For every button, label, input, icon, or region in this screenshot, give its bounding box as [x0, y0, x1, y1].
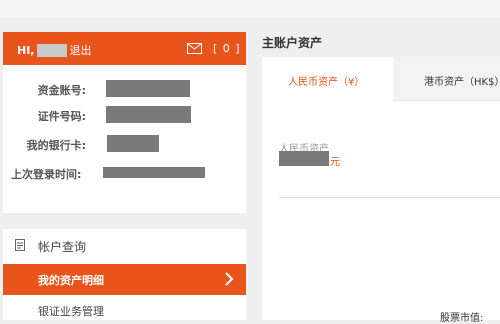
chevron-right-icon — [225, 272, 234, 286]
tab-hkd-assets[interactable]: 港币资产（HK$） — [393, 57, 500, 101]
top-strip — [0, 0, 500, 18]
bank-card-row: 我的银行卡: — [3, 135, 246, 153]
tab-rmb-assets[interactable]: 人民币资产（¥） — [262, 57, 394, 100]
bank-card-value-masked — [107, 135, 159, 152]
menu-title: 帐户查询 — [38, 240, 87, 254]
assets-panel: 人民币资产（¥） 港币资产（HK$） 人民币资产 元 — [262, 57, 500, 320]
menu-header: 帐户查询 — [3, 229, 246, 262]
id-number-value-masked — [106, 106, 191, 123]
page-title: 主账户资产 — [262, 36, 323, 50]
account-menu: 帐户查询 我的资产明细 银证业务管理 — [3, 229, 246, 320]
last-login-value-masked — [103, 167, 205, 178]
greeting: HI, 退出 — [17, 42, 91, 58]
last-login-row: 上次登录时间: — [3, 164, 246, 182]
stock-market-value-label: 股票市值: — [440, 313, 484, 324]
masked-username — [37, 43, 68, 57]
tab-label: 人民币资产（¥） — [288, 77, 365, 88]
menu-item-label: 我的资产明细 — [38, 274, 104, 287]
rmb-asset-amount-masked — [279, 151, 329, 166]
id-number-row: 证件号码: — [3, 106, 246, 124]
account-header: HI, 退出 [ 0 ] — [3, 32, 246, 65]
menu-item-label: 银证业务管理 — [38, 305, 104, 318]
main-panel: 主账户资产 人民币资产（¥） 港币资产（HK$） 人民币资产 元 股票市值: — [262, 32, 500, 324]
mail-icon[interactable] — [187, 43, 202, 54]
currency-unit: 元 — [330, 157, 340, 168]
document-icon — [15, 239, 25, 251]
fund-account-value-masked — [106, 80, 190, 97]
tab-label: 港币资产（HK$） — [424, 77, 500, 88]
divider — [279, 197, 500, 198]
message-count[interactable]: [ 0 ] — [213, 42, 241, 55]
greeting-text: HI, — [17, 43, 35, 57]
menu-item-asset-details[interactable]: 我的资产明细 — [3, 264, 246, 295]
logout-link[interactable]: 退出 — [69, 42, 91, 58]
fund-account-row: 资金账号: — [3, 80, 246, 98]
menu-item-bank-securities[interactable]: 银证业务管理 — [3, 295, 246, 320]
account-card: HI, 退出 [ 0 ] 资金账号: 证件号码: 我的银行卡: 上次登录时间: — [3, 32, 246, 213]
fund-account-label: 资金账号: — [37, 84, 86, 97]
id-number-label: 证件号码: — [37, 110, 86, 123]
bank-card-label: 我的银行卡: — [26, 139, 86, 152]
